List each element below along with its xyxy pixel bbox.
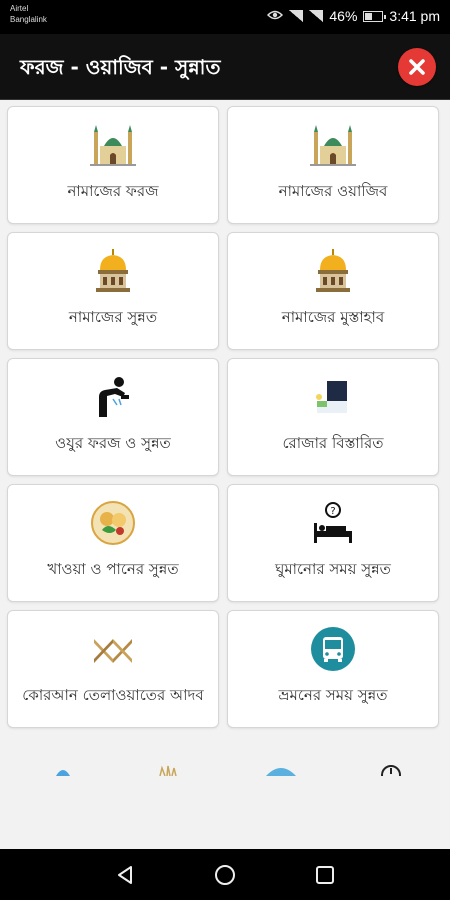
tile-label: রোজার বিস্তারিত xyxy=(282,434,384,452)
next-row-preview xyxy=(0,760,450,776)
partial-icon xyxy=(381,765,401,776)
clock: 3:41 pm xyxy=(389,8,440,24)
home-button[interactable] xyxy=(211,861,239,889)
carrier-1: Airtel xyxy=(10,4,29,13)
tile-sleeping[interactable]: ? ঘুমানোর সময় সুন্নত xyxy=(227,484,439,602)
signal-icon xyxy=(289,10,304,22)
golden-dome-icon xyxy=(89,247,137,295)
bus-icon xyxy=(309,625,357,673)
home-icon xyxy=(215,865,235,885)
tile-quran[interactable]: কোরআন তেলাওয়াতের আদব xyxy=(7,610,219,728)
close-button[interactable] xyxy=(398,48,436,86)
tile-travel[interactable]: ভ্রমনের সময় সুন্নত xyxy=(227,610,439,728)
tile-roza[interactable]: রোজার বিস্তারিত xyxy=(227,358,439,476)
navigation-bar xyxy=(0,849,450,900)
mosque-icon xyxy=(89,121,137,169)
recents-button[interactable] xyxy=(311,861,339,889)
tile-label: ঘুমানোর সময় সুন্নত xyxy=(275,560,391,578)
signal-icon-2 xyxy=(309,10,324,22)
tile-label: নামাজের মুস্তাহাব xyxy=(281,308,385,326)
partial-icon xyxy=(159,765,177,776)
tile-namaz-wajib[interactable]: নামাজের ওয়াজিব xyxy=(227,106,439,224)
tile-eating[interactable]: খাওয়া ও পানের সুন্নত xyxy=(7,484,219,602)
tile-namaz-mustahab[interactable]: নামাজের মুস্তাহাব xyxy=(227,232,439,350)
topic-grid: নামাজের ফরজ নামাজের ওয়াজিব নামাজের সুন্… xyxy=(7,106,443,728)
partial-icon xyxy=(56,770,70,776)
status-bar: Airtel Banglalink 46% 3:41 pm xyxy=(0,0,450,34)
close-icon xyxy=(409,59,425,75)
night-moon-icon xyxy=(309,373,357,421)
tile-label: নামাজের ওয়াজিব xyxy=(278,182,388,200)
tile-label: কোরআন তেলাওয়াতের আদব xyxy=(22,686,204,704)
tile-label: ওযুর ফরজ ও সুন্নত xyxy=(55,434,171,452)
ablution-icon xyxy=(89,373,137,421)
tile-namaz-faraz[interactable]: নামাজের ফরজ xyxy=(7,106,219,224)
back-button[interactable] xyxy=(111,861,139,889)
recents-icon xyxy=(316,866,334,884)
tile-label: ভ্রমনের সময় সুন্নত xyxy=(278,686,388,704)
carrier-names: Airtel Banglalink xyxy=(10,3,47,25)
status-indicators: 46% 3:41 pm xyxy=(267,8,440,24)
sleep-bed-icon: ? xyxy=(309,499,357,547)
partial-icon xyxy=(266,768,296,776)
battery-icon xyxy=(363,10,387,22)
svg-text:?: ? xyxy=(330,506,335,517)
golden-dome-icon xyxy=(309,247,357,295)
carrier-2: Banglalink xyxy=(10,15,47,24)
tile-label: নামাজের সুন্নত xyxy=(68,308,158,326)
mosque-icon xyxy=(309,121,357,169)
tile-label: খাওয়া ও পানের সুন্নত xyxy=(47,560,179,578)
battery-percent: 46% xyxy=(329,8,358,24)
app-bar: ফরজ - ওয়াজিব - সুন্নাত xyxy=(0,34,450,100)
page-title: ফরজ - ওয়াজিব - সুন্নাত xyxy=(20,55,221,79)
tile-label: নামাজের ফরজ xyxy=(67,182,159,200)
quran-stand-icon xyxy=(89,625,137,673)
food-plate-icon xyxy=(89,499,137,547)
eye-icon xyxy=(267,8,284,24)
back-icon xyxy=(118,866,132,884)
tile-namaz-sunnat[interactable]: নামাজের সুন্নত xyxy=(7,232,219,350)
tile-wudu[interactable]: ওযুর ফরজ ও সুন্নত xyxy=(7,358,219,476)
